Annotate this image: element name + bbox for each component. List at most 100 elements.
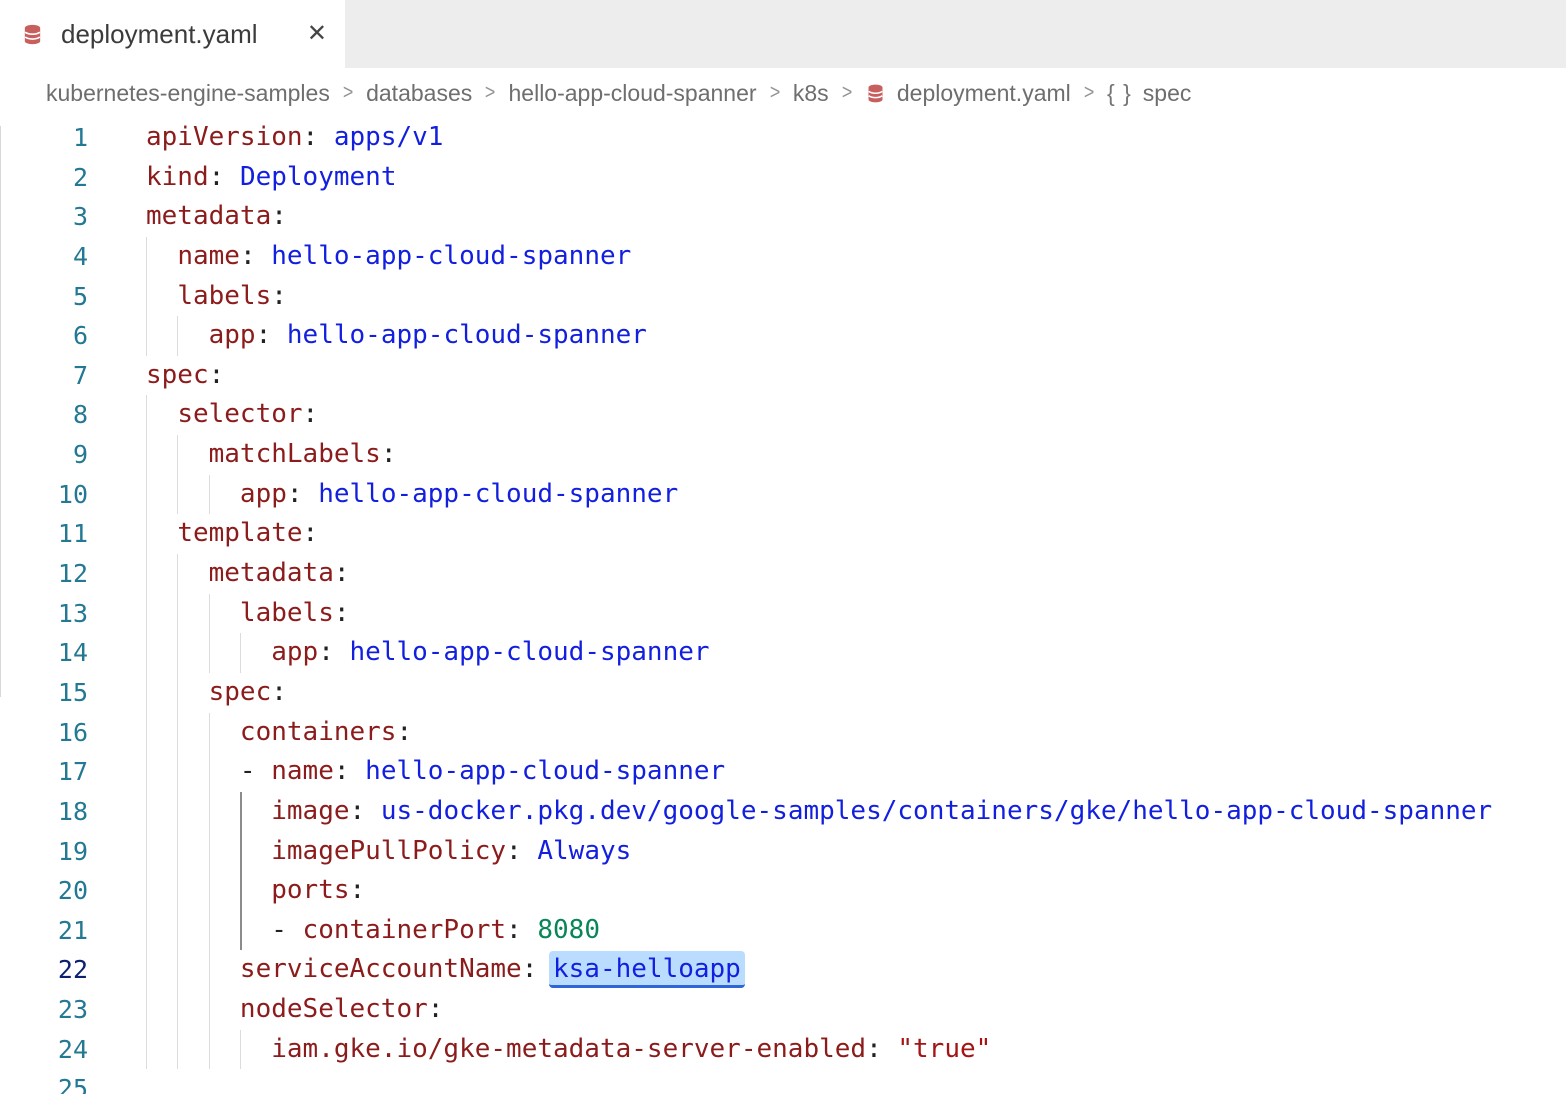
- code-token: -: [240, 756, 271, 786]
- line-number[interactable]: 16: [0, 713, 146, 753]
- indent-guide: [146, 911, 147, 951]
- line-number[interactable]: 12: [0, 554, 146, 594]
- breadcrumb-separator-icon: >: [759, 81, 790, 105]
- line-number[interactable]: 19: [0, 832, 146, 872]
- code-line[interactable]: 21 - containerPort: 8080: [0, 911, 1566, 951]
- code-token: [146, 241, 177, 271]
- indent-guide: [146, 475, 147, 515]
- line-number[interactable]: 1: [0, 118, 146, 158]
- code-line[interactable]: 13 labels:: [0, 594, 1566, 634]
- code-token: :: [271, 281, 287, 311]
- code-token: matchLabels: [209, 439, 381, 469]
- active-indent-guide: [240, 871, 242, 911]
- breadcrumb-item-hello-app-cloud-spanner[interactable]: hello-app-cloud-spanner: [509, 80, 757, 107]
- code-token: :: [209, 162, 240, 192]
- line-number[interactable]: 9: [0, 435, 146, 475]
- code-token: nodeSelector: [240, 994, 428, 1024]
- code-line[interactable]: 5 labels:: [0, 277, 1566, 317]
- line-number[interactable]: 20: [0, 871, 146, 911]
- code-line[interactable]: 11 template:: [0, 514, 1566, 554]
- code-line[interactable]: 15 spec:: [0, 673, 1566, 713]
- breadcrumb-item-databases[interactable]: databases: [366, 80, 472, 107]
- indent-guide: [146, 832, 147, 872]
- line-number[interactable]: 7: [0, 356, 146, 396]
- code-line[interactable]: 14 app: hello-app-cloud-spanner: [0, 633, 1566, 673]
- indent-guide: [177, 554, 178, 594]
- breadcrumb-item-spec[interactable]: { }spec: [1107, 80, 1191, 107]
- indent-guide: [177, 673, 178, 713]
- line-number[interactable]: 14: [0, 633, 146, 673]
- code-token: [146, 994, 240, 1024]
- line-number[interactable]: 24: [0, 1030, 146, 1070]
- line-number[interactable]: 17: [0, 752, 146, 792]
- code-line[interactable]: 1apiVersion: apps/v1: [0, 118, 1566, 158]
- breadcrumb-separator-icon: >: [475, 81, 506, 105]
- indent-guide: [146, 277, 147, 317]
- code-token: :: [287, 479, 318, 509]
- indent-guide: [146, 594, 147, 634]
- code-token: :: [506, 915, 537, 945]
- line-number[interactable]: 25: [0, 1069, 146, 1094]
- line-number[interactable]: 21: [0, 911, 146, 951]
- code-line[interactable]: 10 app: hello-app-cloud-spanner: [0, 475, 1566, 515]
- line-number[interactable]: 13: [0, 594, 146, 634]
- code-token: metadata: [146, 201, 271, 231]
- code-line[interactable]: 24 iam.gke.io/gke-metadata-server-enable…: [0, 1030, 1566, 1070]
- code-token: serviceAccountName: [240, 954, 522, 984]
- code-line[interactable]: 19 imagePullPolicy: Always: [0, 832, 1566, 872]
- line-number[interactable]: 15: [0, 673, 146, 713]
- code-line[interactable]: 20 ports:: [0, 871, 1566, 911]
- breadcrumb-label: spec: [1143, 80, 1192, 107]
- line-number[interactable]: 11: [0, 514, 146, 554]
- line-number[interactable]: 22: [0, 950, 146, 990]
- code-token: [146, 717, 240, 747]
- code-line[interactable]: 7spec:: [0, 356, 1566, 396]
- code-line[interactable]: 18 image: us-docker.pkg.dev/google-sampl…: [0, 792, 1566, 832]
- tab-deployment-yaml[interactable]: deployment.yaml ✕: [0, 0, 345, 68]
- editor-code-area[interactable]: 1apiVersion: apps/v12kind: Deployment3me…: [0, 118, 1566, 1094]
- breadcrumb-item-k8s[interactable]: k8s: [793, 80, 829, 107]
- tab-close-icon[interactable]: ✕: [305, 20, 329, 48]
- line-number[interactable]: 2: [0, 158, 146, 198]
- code-line[interactable]: 6 app: hello-app-cloud-spanner: [0, 316, 1566, 356]
- line-number[interactable]: 4: [0, 237, 146, 277]
- yaml-database-icon: [21, 23, 44, 46]
- code-token: -: [271, 915, 302, 945]
- line-number[interactable]: 8: [0, 395, 146, 435]
- line-number[interactable]: 23: [0, 990, 146, 1030]
- line-number[interactable]: 6: [0, 316, 146, 356]
- indent-guide: [209, 792, 210, 832]
- code-line[interactable]: 4 name: hello-app-cloud-spanner: [0, 237, 1566, 277]
- line-number[interactable]: 10: [0, 475, 146, 515]
- code-line[interactable]: 9 matchLabels:: [0, 435, 1566, 475]
- line-number[interactable]: 5: [0, 277, 146, 317]
- code-token: app: [209, 320, 256, 350]
- indent-guide: [177, 435, 178, 475]
- highlighted-symbol-ksa-helloapp[interactable]: ksa-helloapp: [549, 951, 745, 988]
- line-number[interactable]: 18: [0, 792, 146, 832]
- breadcrumb-label: hello-app-cloud-spanner: [509, 80, 757, 107]
- indent-guide: [146, 871, 147, 911]
- breadcrumb-item-kubernetes-engine-samples[interactable]: kubernetes-engine-samples: [46, 80, 330, 107]
- code-line[interactable]: 22 serviceAccountName: ksa-helloapp: [0, 950, 1566, 990]
- indent-guide: [146, 395, 147, 435]
- code-line[interactable]: 17 - name: hello-app-cloud-spanner: [0, 752, 1566, 792]
- code-line[interactable]: 16 containers:: [0, 713, 1566, 753]
- breadcrumb-item-deployment-yaml[interactable]: deployment.yaml: [865, 80, 1071, 107]
- code-line[interactable]: 25: [0, 1069, 1566, 1094]
- code-line[interactable]: 12 metadata:: [0, 554, 1566, 594]
- indent-guide: [146, 792, 147, 832]
- code-token: :: [381, 439, 397, 469]
- line-number[interactable]: 3: [0, 197, 146, 237]
- code-line[interactable]: 3metadata:: [0, 197, 1566, 237]
- breadcrumb-label: databases: [366, 80, 472, 107]
- code-line[interactable]: 8 selector:: [0, 395, 1566, 435]
- active-indent-guide: [240, 832, 242, 872]
- code-token: "true": [897, 1034, 991, 1064]
- indent-guide: [146, 514, 147, 554]
- indent-guide: [209, 594, 210, 634]
- code-token: containers: [240, 717, 397, 747]
- code-token: Always: [537, 836, 631, 866]
- code-line[interactable]: 2kind: Deployment: [0, 158, 1566, 198]
- code-line[interactable]: 23 nodeSelector:: [0, 990, 1566, 1030]
